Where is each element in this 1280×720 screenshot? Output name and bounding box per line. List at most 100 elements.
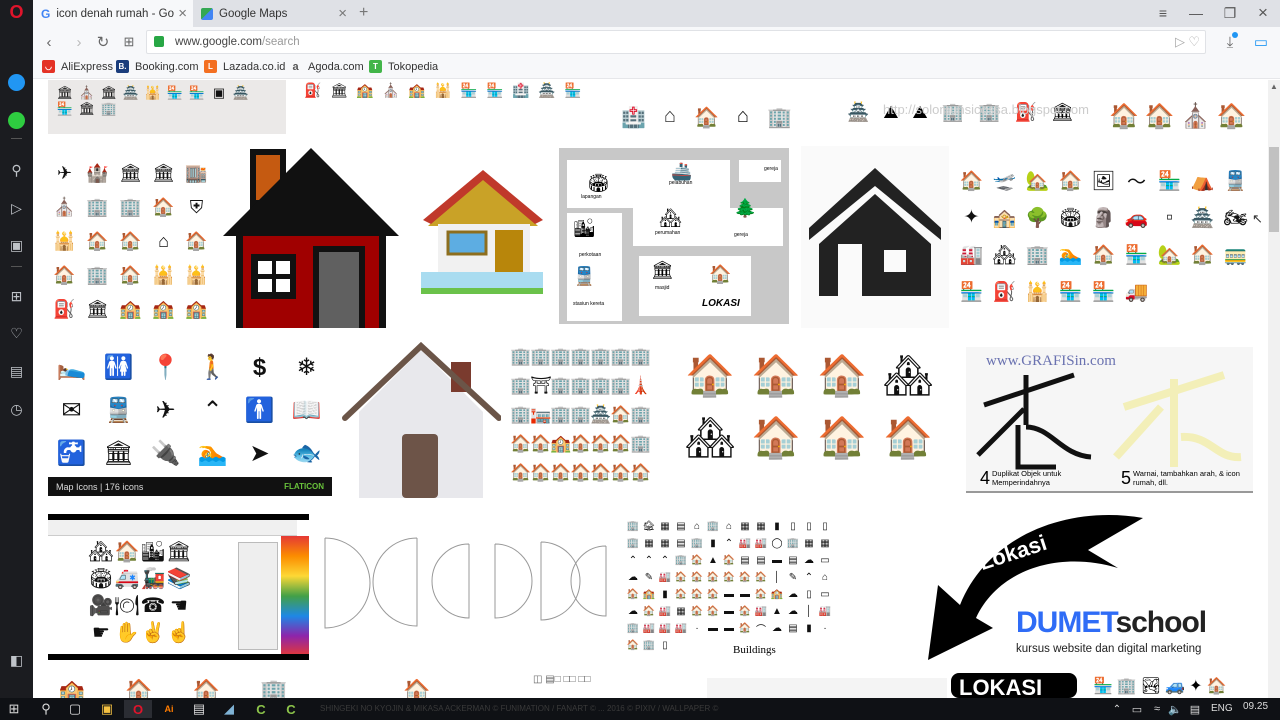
reload-button[interactable]: ↻ — [93, 32, 113, 52]
opera-menu-icon[interactable]: O — [6, 2, 27, 23]
back-button[interactable]: ‹ — [39, 32, 59, 52]
bookmark-aliexpress[interactable]: ◡ AliExpress — [42, 60, 113, 73]
illustrator-icon[interactable]: Ai — [160, 700, 178, 718]
opera-taskbar-icon[interactable]: O — [124, 700, 152, 718]
image-result[interactable]: ◫ ▤□ □□ □□ — [533, 674, 683, 698]
sidebar-toggle-icon[interactable]: ◧ — [6, 650, 27, 671]
image-result-location-map[interactable]: 🏟 🚢 🏘 🌲 🏙 🚆 🏛 🏠 LOKASI lapangan pelabuha… — [559, 148, 789, 324]
tab-google-search[interactable]: G icon denah rumah - Google × — [33, 0, 193, 27]
image-result-3d-icons[interactable]: 🏠 🛫 🏡 🏠 🖼 〜 🏪 ⛺ 🚆 ✦ 🏤 🌳 🏟 🗿 🚗 ▫ 🏯 🏍 🏭 🏘 🏢 🏊 🏠 🏪 🏡 🏠 🚃 🏪 ⛽ 🕌 🏪 🏪 🚚 — [955, 162, 1255, 312]
send-page-icon[interactable]: ▷ — [1175, 34, 1185, 50]
image-result-3d-house[interactable] — [413, 146, 553, 328]
bookmark-tokopedia[interactable]: T Tokopedia — [369, 60, 438, 73]
google-maps-icon — [201, 7, 213, 20]
heart-icon[interactable]: ♡ — [6, 323, 27, 344]
image-result-skyscrapers[interactable]: 🏢 🏢 🏢 🏢 🏢 🏢 🏢 🏢 ⛩ 🏢 🏢 🏢 🏢 🗼 🏢 🏣 🏢 🏢 🏯 🏠 🏢 🏠 🏠 🏫 🏠 🏠 🏠 🏢 🏠 🏠 🏠 🏠 🏠 🏠 🏠 — [511, 342, 661, 498]
image-result[interactable]: 🏥 ⌂ 🏠 ⌂ 🏢 — [613, 80, 818, 134]
new-tab-button[interactable]: + — [359, 4, 368, 22]
image-result[interactable]: 🏪 🏢 🏞 🚙 ✦ 🏠 — [1093, 676, 1253, 698]
whatsapp-icon[interactable] — [6, 110, 27, 131]
address-bar[interactable]: www.google.com/search ▷ ♡ — [146, 30, 1206, 54]
bed-icon: 🛌 — [56, 354, 87, 381]
file-explorer-icon[interactable]: ▣ — [98, 700, 116, 718]
app-icon[interactable]: ◢ — [220, 700, 238, 718]
image-result[interactable]: http://solomunsicossa.blogspot.com 🏯 ⛰ ⛰ 🏢 🏢… — [833, 80, 1093, 134]
volume-icon[interactable]: 🔈 — [1166, 700, 1184, 718]
page-scrollbar[interactable]: ▲ — [1268, 80, 1280, 698]
speed-dial-icon[interactable]: ⊞ — [6, 286, 27, 307]
camtasia-icon[interactable]: C — [252, 700, 270, 718]
image-result-flat-house[interactable] — [341, 342, 501, 498]
image-result[interactable]: ⛽ 🏛 🏫 ⛪ 🏫 🕌 🏪 🏪 🏥 🏯 🏪 — [296, 80, 596, 134]
search-taskbar-icon[interactable]: ⚲ — [37, 700, 55, 718]
close-tab-icon[interactable]: × — [178, 5, 187, 22]
forward-button[interactable]: › — [69, 32, 89, 52]
camera-icon[interactable]: ▣ — [6, 235, 27, 256]
news-icon[interactable]: ▤ — [6, 361, 27, 382]
flaticon-logo: FLATICON — [284, 482, 324, 491]
image-result-lokasi-sign[interactable]: LOKASI — [951, 673, 1077, 698]
dumet-logo: DUMETschool — [1016, 606, 1207, 639]
image-result[interactable]: 🏠 🏠 ⛪ 🏠 — [1103, 80, 1253, 134]
image-result-dumet-lokasi[interactable]: Lokasi DUMETschool kursus website dan di… — [918, 510, 1253, 676]
tree-icon: 🌲 — [734, 198, 757, 218]
send-icon[interactable]: ▷ — [6, 198, 27, 219]
history-icon[interactable]: ◷ — [6, 399, 27, 420]
image-result[interactable]: 🏛 ⛪ 🏛 🏯 🕌 🏪 🏪 ▣ 🏯 🏪 🏛 🏢 — [48, 80, 286, 134]
aliexpress-icon: ◡ — [42, 60, 55, 73]
3d-house-illustration — [421, 170, 543, 294]
bookmark-heart-icon[interactable]: ♡ — [1188, 34, 1200, 50]
navigation-arrow-icon: ➤ — [249, 440, 270, 467]
opera-sidebar: O ⚲ ▷ ▣ ⊞ ♡ ▤ ◷ ◧ — [0, 0, 33, 698]
maximize-button[interactable]: ❐ — [1219, 3, 1241, 23]
city-icon: 🏙 — [573, 218, 596, 238]
url-text[interactable]: www.google.com/search — [175, 36, 300, 48]
image-result-door-plans[interactable] — [321, 534, 611, 638]
clock[interactable]: 09.25 — [1243, 701, 1268, 712]
walking-icon: 🚶 — [197, 354, 228, 381]
tabs-grid-button[interactable]: ⊞ — [119, 32, 139, 52]
monitor-app-icon[interactable]: ▤ — [190, 700, 208, 718]
battery-saver-icon[interactable]: ▭ — [1251, 32, 1271, 52]
tab-title: icon denah rumah - Google — [56, 7, 174, 20]
language-indicator[interactable]: ENG — [1211, 703, 1233, 714]
image-result-buildings[interactable]: 🏢 🏚 ▦ ▤ ⌂ 🏢 ⌂ ▦ ▦ ▮ ▯ ▯ ▯ 🏢 ▦ ▦ ▤ 🏢 ▮ ⌃ 🏭 🏭 ◯ 🏢 ▦ ▦ ⌃ ⌃ ⌃ 🏢 🏠 ▲ 🏠 ▤ ▤ ▬ ▤ ☁… — [623, 516, 838, 664]
bookmark-agoda[interactable]: a Agoda.com — [289, 60, 363, 73]
messenger-icon[interactable] — [6, 72, 27, 93]
scroll-up-icon[interactable]: ▲ — [1270, 82, 1278, 91]
wifi-icon[interactable]: ≈ — [1148, 700, 1166, 718]
image-result-grafisin[interactable]: www.GRAFISin.com 4 Duplikat Objek untuk … — [966, 347, 1253, 493]
start-button-icon[interactable]: ⊞ — [5, 700, 23, 718]
bookmark-lazada[interactable]: L Lazada.co.id — [204, 60, 285, 73]
black-home-icon — [809, 168, 941, 296]
mail-icon: ✉ — [61, 397, 82, 424]
image-result-red-house[interactable] — [221, 146, 401, 328]
image-result[interactable]: 🏫 🏠 🏠 🏢 — [48, 678, 338, 698]
minimize-button[interactable]: — — [1185, 3, 1207, 23]
image-result[interactable] — [707, 678, 947, 698]
airplane-icon: ✈ — [155, 397, 176, 424]
download-icon[interactable]: ⤓ — [1220, 32, 1240, 52]
task-view-icon[interactable]: ▢ — [66, 700, 84, 718]
image-result-victorian-houses[interactable]: 🏠 🏠 🏠 🏘 🏘 🏠 🏠 🏠 — [677, 342, 943, 498]
scrollbar-thumb[interactable] — [1269, 147, 1279, 232]
tab-menu-icon[interactable]: ≡ — [1152, 3, 1174, 23]
google-g-icon: G — [41, 6, 51, 21]
ship-icon: 🚢 — [671, 162, 693, 181]
close-window-button[interactable]: × — [1252, 3, 1274, 23]
action-center-icon[interactable]: ▤ — [1186, 700, 1204, 718]
person-icon: 🚹 — [244, 397, 275, 424]
search-icon[interactable]: ⚲ — [6, 160, 27, 181]
image-result[interactable]: 🏠 — [403, 678, 463, 698]
image-result-flaticon[interactable]: 🛌 🚻 📍 🚶 $ ❄ ✉ 🚆 ✈ ⌃ 🚹 📖 🚰 🏛 🔌 🏊 ➤ 🐟 Map Icons | 176 ico… — [48, 340, 332, 496]
show-hidden-icons[interactable]: ⌃ — [1108, 700, 1126, 718]
bookmark-booking[interactable]: B. Booking.com — [116, 60, 199, 73]
tab-google-maps[interactable]: Google Maps × — [193, 0, 353, 27]
camtasia-recorder-icon[interactable]: C — [282, 700, 300, 718]
close-tab-icon[interactable]: × — [338, 5, 347, 22]
image-result-coreldraw[interactable]: 🏘 🏠 🏙 🏛 🏟 🚑 🚂 📚 🎥 🍽 ☎ ☚ ☛ ✋ ✌ ☝ — [48, 514, 309, 660]
image-result-home-icon[interactable] — [801, 146, 949, 328]
battery-icon[interactable]: ▭ — [1128, 700, 1146, 718]
snowflake-icon: ❄ — [296, 354, 317, 381]
image-result[interactable]: ✈ 🏰 🏛 🏛 🏬 ⛪ 🏢 🏢 🏠 ⛨ 🕌 🏠 🏠 ⌂ 🏠 🏠 🏢 🏠 🕌 🕌 ⛽ 🏛 🏫 🏫 🏫 — [48, 150, 213, 328]
